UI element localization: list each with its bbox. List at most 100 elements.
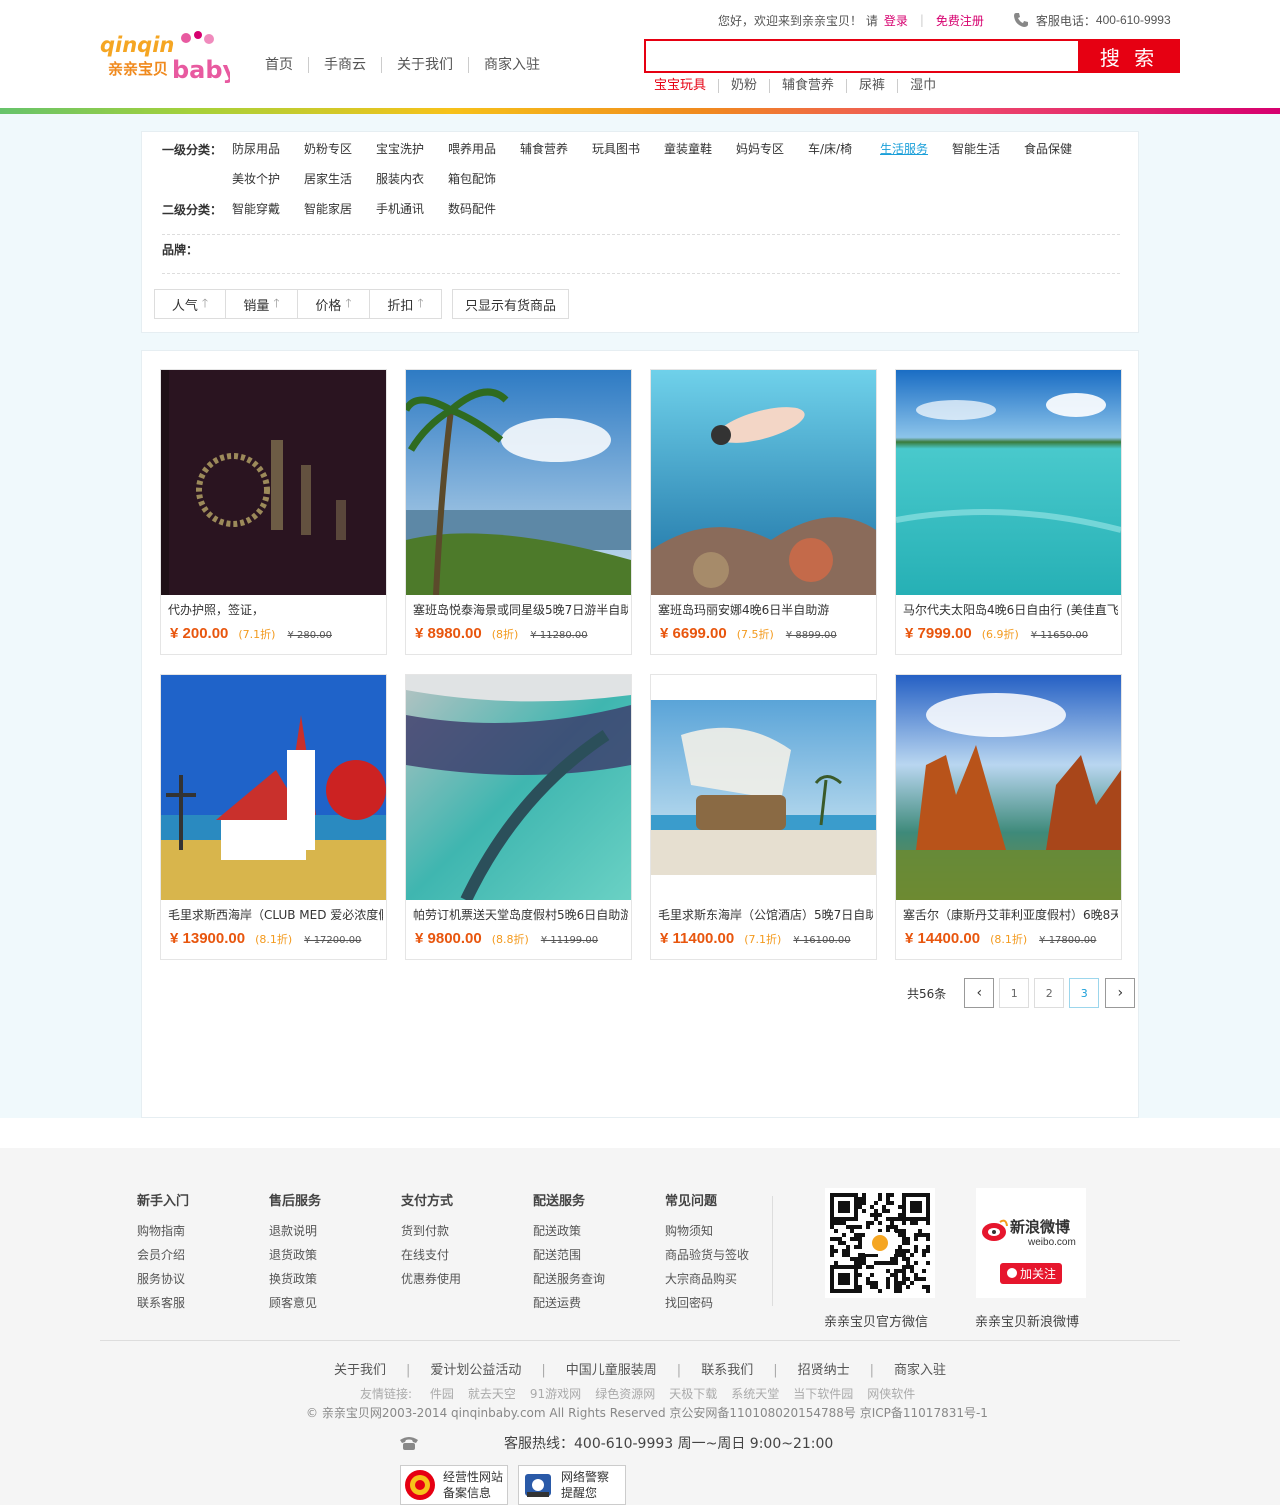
- product-image[interactable]: [651, 370, 876, 595]
- bottom-link[interactable]: 关于我们: [334, 1363, 386, 1378]
- login-link[interactable]: 登录: [884, 12, 908, 29]
- level1-category-item[interactable]: 玩具图书: [592, 141, 664, 171]
- friend-link[interactable]: 绿色资源网: [595, 1387, 655, 1401]
- level1-category-item[interactable]: 童装童鞋: [664, 141, 736, 171]
- product-image[interactable]: [406, 370, 631, 595]
- hot-word[interactable]: 湿巾: [897, 79, 948, 93]
- hot-word[interactable]: 辅食营养: [769, 79, 846, 93]
- level1-category-item[interactable]: 智能生活: [952, 141, 1024, 171]
- product-name[interactable]: 塞班岛玛丽安娜4晚6日半自助游: [658, 601, 873, 618]
- bottom-link[interactable]: 中国儿童服装周: [566, 1363, 657, 1378]
- website-filing-badge[interactable]: 经营性网站 备案信息: [400, 1465, 508, 1505]
- footer-link[interactable]: 优惠券使用: [401, 1267, 521, 1291]
- product-card[interactable]: 毛里求斯西海岸（CLUB MED 爱必浓度假 ¥ 13900.00 (8.1折) ¥ …: [160, 674, 387, 960]
- product-image[interactable]: [406, 675, 631, 900]
- footer-link[interactable]: 配送服务查询: [533, 1267, 653, 1291]
- friend-link[interactable]: 就去天空: [468, 1387, 516, 1401]
- hot-word[interactable]: 宝宝玩具: [654, 79, 718, 93]
- level1-category-item[interactable]: 居家生活: [304, 171, 376, 201]
- footer-link[interactable]: 顾客意见: [269, 1291, 389, 1315]
- footer-link[interactable]: 商品验货与签收: [665, 1243, 785, 1267]
- level1-category-item[interactable]: 箱包配饰: [448, 171, 520, 201]
- hot-word[interactable]: 奶粉: [718, 79, 769, 93]
- product-name[interactable]: 马尔代夫太阳岛4晚6日自由行 (美佳直飞): [903, 601, 1118, 618]
- weibo-follow-box[interactable]: 新浪微博 weibo.com 加关注: [976, 1188, 1086, 1298]
- level1-category-item[interactable]: 生活服务: [880, 141, 952, 171]
- product-card[interactable]: 帕劳订机票送天堂岛度假村5晚6日自助游 ¥ 9800.00 (8.8折) ¥ 1119…: [405, 674, 632, 960]
- level1-category-item[interactable]: 防尿用品: [232, 141, 304, 171]
- footer-link[interactable]: 在线支付: [401, 1243, 521, 1267]
- friend-link[interactable]: 网侠软件: [867, 1387, 915, 1401]
- next-page-button[interactable]: ›: [1105, 978, 1136, 1008]
- footer-link[interactable]: 购物指南: [137, 1219, 257, 1243]
- nav-about[interactable]: 关于我们: [381, 57, 468, 73]
- search-button[interactable]: 搜 索: [1078, 39, 1180, 73]
- product-name[interactable]: 代办护照，签证，: [168, 601, 383, 618]
- product-name[interactable]: 塞舌尔（康斯丹艾菲利亚度假村）6晚8天: [903, 906, 1118, 923]
- product-image[interactable]: [896, 675, 1121, 900]
- footer-link[interactable]: 服务协议: [137, 1267, 257, 1291]
- bottom-link[interactable]: 联系我们: [701, 1363, 753, 1378]
- level1-category-item[interactable]: 美妆个护: [232, 171, 304, 201]
- search-input[interactable]: [646, 41, 1078, 71]
- hot-word[interactable]: 尿裤: [846, 79, 897, 93]
- footer-link[interactable]: 换货政策: [269, 1267, 389, 1291]
- product-image[interactable]: [161, 675, 386, 900]
- nav-merchant[interactable]: 商家入驻: [468, 57, 555, 73]
- footer-link[interactable]: 货到付款: [401, 1219, 521, 1243]
- level1-category-item[interactable]: 车/床/椅: [808, 141, 880, 171]
- product-card[interactable]: 塞班岛玛丽安娜4晚6日半自助游 ¥ 6699.00 (7.5折) ¥ 8899.00: [650, 369, 877, 655]
- page-3-button[interactable]: 3: [1069, 978, 1100, 1008]
- footer-link[interactable]: 大宗商品购买: [665, 1267, 785, 1291]
- bottom-link[interactable]: 爱计划公益活动: [430, 1363, 521, 1378]
- sort-sales-button[interactable]: 销量 🡑: [226, 289, 298, 319]
- level1-category-item[interactable]: 喂养用品: [448, 141, 520, 171]
- page-1-button[interactable]: 1: [999, 978, 1030, 1008]
- product-card[interactable]: 塞舌尔（康斯丹艾菲利亚度假村）6晚8天 ¥ 14400.00 (8.1折) ¥ 178…: [895, 674, 1122, 960]
- level2-category-item[interactable]: 智能家居: [304, 201, 376, 231]
- sort-price-button[interactable]: 价格 🡑: [298, 289, 370, 319]
- logo[interactable]: qinqin 亲亲宝贝 baby: [100, 30, 239, 86]
- sort-discount-button[interactable]: 折扣 🡑: [370, 289, 442, 319]
- level2-category-item[interactable]: 数码配件: [448, 201, 520, 231]
- level1-category-item[interactable]: 辅食营养: [520, 141, 592, 171]
- product-name[interactable]: 塞班岛悦泰海景或同星级5晚7日游半自助: [413, 601, 628, 618]
- product-card[interactable]: 塞班岛悦泰海景或同星级5晚7日游半自助 ¥ 8980.00 (8折) ¥ 11280.…: [405, 369, 632, 655]
- footer-link[interactable]: 购物须知: [665, 1219, 785, 1243]
- product-image[interactable]: [896, 370, 1121, 595]
- product-card[interactable]: 马尔代夫太阳岛4晚6日自由行 (美佳直飞) ¥ 7999.00 (6.9折) ¥ 11…: [895, 369, 1122, 655]
- level2-category-item[interactable]: 智能穿戴: [232, 201, 304, 231]
- product-name[interactable]: 帕劳订机票送天堂岛度假村5晚6日自助游: [413, 906, 628, 923]
- footer-link[interactable]: 退货政策: [269, 1243, 389, 1267]
- prev-page-button[interactable]: ‹: [964, 978, 995, 1008]
- level2-category-item[interactable]: 手机通讯: [376, 201, 448, 231]
- in-stock-only-button[interactable]: 只显示有货商品: [452, 289, 570, 319]
- level1-category-item[interactable]: 妈妈专区: [736, 141, 808, 171]
- friend-link[interactable]: 件园: [430, 1387, 454, 1401]
- nav-home[interactable]: 首页: [265, 57, 308, 73]
- police-badge[interactable]: 网络警察 提醒您: [518, 1465, 626, 1505]
- product-name[interactable]: 毛里求斯东海岸（公馆酒店）5晚7日自助: [658, 906, 873, 923]
- friend-link[interactable]: 系统天堂: [731, 1387, 779, 1401]
- product-card[interactable]: 代办护照，签证， ¥ 200.00 (7.1折) ¥ 280.00: [160, 369, 387, 655]
- level1-category-item[interactable]: 奶粉专区: [304, 141, 376, 171]
- level1-category-item[interactable]: 服装内衣: [376, 171, 448, 201]
- footer-link[interactable]: 找回密码: [665, 1291, 785, 1315]
- product-image[interactable]: [651, 675, 876, 900]
- nav-shop-cloud[interactable]: 手商云: [308, 57, 381, 73]
- product-card[interactable]: 毛里求斯东海岸（公馆酒店）5晚7日自助 ¥ 11400.00 (7.1折) ¥ 161…: [650, 674, 877, 960]
- bottom-link[interactable]: 商家入驻: [894, 1363, 946, 1378]
- page-2-button[interactable]: 2: [1034, 978, 1065, 1008]
- footer-link[interactable]: 配送政策: [533, 1219, 653, 1243]
- register-link[interactable]: 免费注册: [936, 12, 984, 29]
- footer-link[interactable]: 退款说明: [269, 1219, 389, 1243]
- footer-link[interactable]: 配送范围: [533, 1243, 653, 1267]
- level1-category-item[interactable]: 食品保健: [1024, 141, 1096, 171]
- level1-category-item[interactable]: 宝宝洗护: [376, 141, 448, 171]
- friend-link[interactable]: 天极下载: [669, 1387, 717, 1401]
- friend-link[interactable]: 91游戏网: [530, 1387, 581, 1401]
- footer-link[interactable]: 联系客服: [137, 1291, 257, 1315]
- bottom-link[interactable]: 招贤纳士: [798, 1363, 850, 1378]
- friend-link[interactable]: 当下软件园: [793, 1387, 853, 1401]
- footer-link[interactable]: 配送运费: [533, 1291, 653, 1315]
